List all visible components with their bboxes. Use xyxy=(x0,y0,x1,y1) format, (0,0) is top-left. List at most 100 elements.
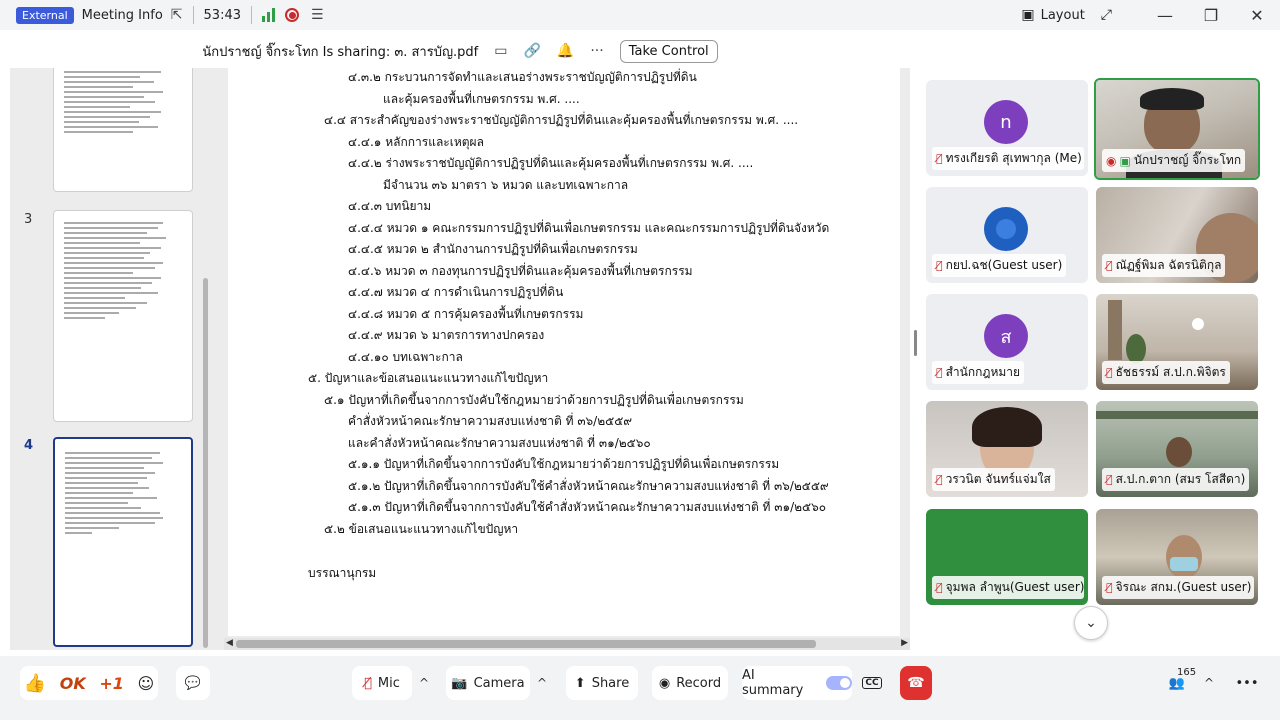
participant-tile[interactable]: 🎙̸ ส.ป.ก.ตาก (สมร โสสีดา) xyxy=(1096,401,1258,497)
thumbs-up-icon[interactable]: 👍 xyxy=(24,673,46,694)
cc-icon: CC xyxy=(862,677,882,689)
participant-tile[interactable]: 🎙̸ ณัฏฐ์พิมล ฉัตรนิติกุล xyxy=(1096,187,1258,283)
mic-off-icon: 🎙̸ xyxy=(1106,259,1113,272)
more-button[interactable]: ••• xyxy=(1232,666,1262,700)
mic-off-icon: 🎙̸ xyxy=(1106,581,1113,594)
mic-options-chevron-icon[interactable]: ^ xyxy=(413,666,435,700)
participant-count: 165 xyxy=(1177,667,1197,678)
camera-options-chevron-icon[interactable]: ^ xyxy=(531,666,553,700)
participant-name: 🎙̸ จิรณะ สกม.(Guest user) xyxy=(1102,576,1254,599)
page-thumbnail-4[interactable] xyxy=(53,437,193,647)
scroll-down-button[interactable]: ⌄ xyxy=(1074,606,1108,640)
participant-tile[interactable]: 🎙̸ กยป.ฉช(Guest user) xyxy=(926,187,1088,283)
ai-summary-button[interactable]: AI summary xyxy=(742,666,852,700)
thumbnail-scrollbar[interactable] xyxy=(203,278,208,648)
captions-button[interactable]: CC xyxy=(858,666,886,700)
layout-icon[interactable]: ▣ xyxy=(1021,7,1034,23)
toc-line: บรรณานุกรม xyxy=(308,566,377,580)
toc-line: ๔.๓.๒ กระบวนการจัดทำและเสนอร่างพระราชบัญ… xyxy=(348,70,697,84)
camera-off-icon: 📷 xyxy=(451,675,468,691)
toc-line: มีจำนวน ๓๖ มาตรา ๖ หมวด และบทเฉพาะกาล xyxy=(383,178,629,192)
end-call-button[interactable]: ☎ xyxy=(900,666,932,700)
recording-indicator-icon[interactable] xyxy=(285,8,299,22)
camera-label: Camera xyxy=(473,675,525,691)
minimize-icon[interactable]: — xyxy=(1142,6,1188,25)
divider xyxy=(192,6,194,24)
participant-tile[interactable]: 🎙̸ จิรณะ สกม.(Guest user) xyxy=(1096,509,1258,605)
scrollbar-thumb[interactable] xyxy=(236,640,816,648)
reaction-plus-one-button[interactable]: +1 xyxy=(99,674,124,693)
scroll-left-icon[interactable]: ◀ xyxy=(226,638,233,648)
restore-icon[interactable]: ❐ xyxy=(1188,6,1234,25)
participant-tile[interactable]: 🎙̸ ธัชธรรม์ ส.ป.ก.พิจิตร xyxy=(1096,294,1258,390)
avatar xyxy=(984,207,1028,251)
meeting-toolbar: 👍 OK +1 ☺ 💬 🎙̸ Mic ^ 📷 Camera ^ ⬆ Share … xyxy=(0,656,1280,720)
mic-button[interactable]: 🎙̸ Mic xyxy=(352,666,412,700)
record-button[interactable]: ◉ Record xyxy=(652,666,728,700)
title-bar: External Meeting Info ⇱ 53:43 ☰ ▣ Layout… xyxy=(0,0,1280,30)
toc-line: ๔.๔.๓ บทนิยาม xyxy=(348,199,432,213)
participant-tile[interactable]: n 🎙̸ ทรงเกียรติ สุเทพากุล (Me) xyxy=(926,80,1088,176)
page-thumbnail-2[interactable] xyxy=(53,68,193,192)
chat-button[interactable]: 💬 xyxy=(176,666,210,700)
participant-tile[interactable]: ส 🎙̸ สำนักกฎหมาย xyxy=(926,294,1088,390)
participant-name: 🎙̸ กยป.ฉช(Guest user) xyxy=(932,254,1067,277)
toc-line: ๔.๔.๖ หมวด ๓ กองทุนการปฏิรูปที่ดินและคุ้… xyxy=(348,264,693,278)
toc-line: ๔.๔.๙ หมวด ๖ มาตรการทางปกครอง xyxy=(348,328,545,342)
toc-line: ๔.๔.๒ ร่างพระราชบัญญัติการปฏิรูปที่ดินแล… xyxy=(348,156,754,170)
document-page: ๔.๓.๒ กระบวนการจัดทำและเสนอร่างพระราชบัญ… xyxy=(228,68,900,636)
external-badge: External xyxy=(16,6,74,24)
reaction-ok-button[interactable]: OK xyxy=(60,674,86,693)
share-screen-icon: ▣ xyxy=(1119,153,1131,168)
menu-lines-icon[interactable]: ☰ xyxy=(311,7,324,23)
toc-line: ๔.๔.๔ หมวด ๑ คณะกรรมการปฏิรูปที่ดินเพื่อ… xyxy=(348,221,830,235)
share-link-icon[interactable]: ⇱ xyxy=(171,7,183,23)
toc-line: ๕.๑.๑ ปัญหาที่เกิดขึ้นจากการบังคับใช้กฎห… xyxy=(348,457,780,471)
horizontal-scrollbar[interactable]: ◀ ▶ xyxy=(224,638,910,650)
network-signal-icon[interactable] xyxy=(262,8,275,22)
layout-button[interactable]: Layout xyxy=(1041,8,1085,23)
bell-icon[interactable]: 🔔 xyxy=(557,43,574,59)
toc-line: ๕.๑.๓ ปัญหาที่เกิดขึ้นจากการบังคับใช้คำส… xyxy=(348,500,827,514)
more-options-icon[interactable]: ··· xyxy=(590,43,603,59)
share-screen-icon: ⬆ xyxy=(574,675,586,691)
participant-name: 🎙̸ สำนักกฎหมาย xyxy=(932,361,1025,384)
mic-off-icon: 🎙̸ xyxy=(936,473,943,486)
fullscreen-icon[interactable]: ⤢ xyxy=(1101,7,1112,23)
participant-name: 🎙̸ ส.ป.ก.ตาก (สมร โสสีดา) xyxy=(1102,468,1250,491)
page-thumbnails: 3 4 xyxy=(10,68,210,650)
scroll-right-icon[interactable]: ▶ xyxy=(901,638,908,648)
toc-line: คำสั่งหัวหน้าคณะรักษาความสงบแห่งชาติ ที่… xyxy=(348,414,633,428)
recording-icon: ◉ xyxy=(1106,153,1117,168)
participant-tile[interactable]: 🎙̸ จุมพล ลำพูน(Guest user) xyxy=(926,509,1088,605)
mic-off-icon: 🎙̸ xyxy=(936,581,943,594)
meeting-timer: 53:43 xyxy=(203,7,241,23)
share-button[interactable]: ⬆ Share xyxy=(566,666,638,700)
toc-line: ๕. ปัญหาและข้อเสนอแนะแนวทางแก้ไขปัญหา xyxy=(308,371,549,385)
participant-tile[interactable]: 🎙̸ วรวนิต จันทร์แจ่มใส xyxy=(926,401,1088,497)
mic-off-icon: 🎙̸ xyxy=(364,675,372,691)
ai-summary-toggle[interactable] xyxy=(826,676,852,690)
toc-line: และคำสั่งหัวหน้าคณะรักษาความสงบแห่งชาติ … xyxy=(348,436,651,450)
participant-name: ◉ ▣ นักปราชญ์ จิ๊กระโทก xyxy=(1102,149,1246,172)
emoji-icon[interactable]: ☺ xyxy=(137,674,154,693)
participant-name: 🎙̸ ทรงเกียรติ สุเทพากุล (Me) xyxy=(932,147,1084,170)
participant-name: 🎙̸ ณัฏฐ์พิมล ฉัตรนิติกุล xyxy=(1102,254,1226,277)
panel-splitter[interactable] xyxy=(914,330,917,356)
link-icon[interactable]: 🔗 xyxy=(523,43,540,59)
meeting-info-button[interactable]: Meeting Info xyxy=(82,8,163,23)
participant-name: 🎙̸ วรวนิต จันทร์แจ่มใส xyxy=(932,468,1055,491)
close-icon[interactable]: ✕ xyxy=(1234,6,1280,25)
avatar: ส xyxy=(984,314,1028,358)
toc-line: ๔.๔.๑ หลักการและเหตุผล xyxy=(348,135,484,149)
take-control-button[interactable]: Take Control xyxy=(619,39,718,63)
view-window-icon[interactable]: ▭ xyxy=(494,43,507,59)
participant-name: 🎙̸ จุมพล ลำพูน(Guest user) xyxy=(932,576,1084,599)
camera-button[interactable]: 📷 Camera xyxy=(446,666,530,700)
participant-tile-active[interactable]: ◉ ▣ นักปราชญ์ จิ๊กระโทก xyxy=(1094,78,1260,180)
toc-line: ๔.๔ สาระสำคัญของร่างพระราชบัญญัติการปฏิร… xyxy=(324,113,799,127)
chevron-down-icon: ⌄ xyxy=(1085,615,1097,631)
ai-summary-label: AI summary xyxy=(742,668,804,698)
page-thumbnail-3[interactable] xyxy=(53,210,193,422)
participants-chevron-icon[interactable]: ^ xyxy=(1198,666,1220,700)
